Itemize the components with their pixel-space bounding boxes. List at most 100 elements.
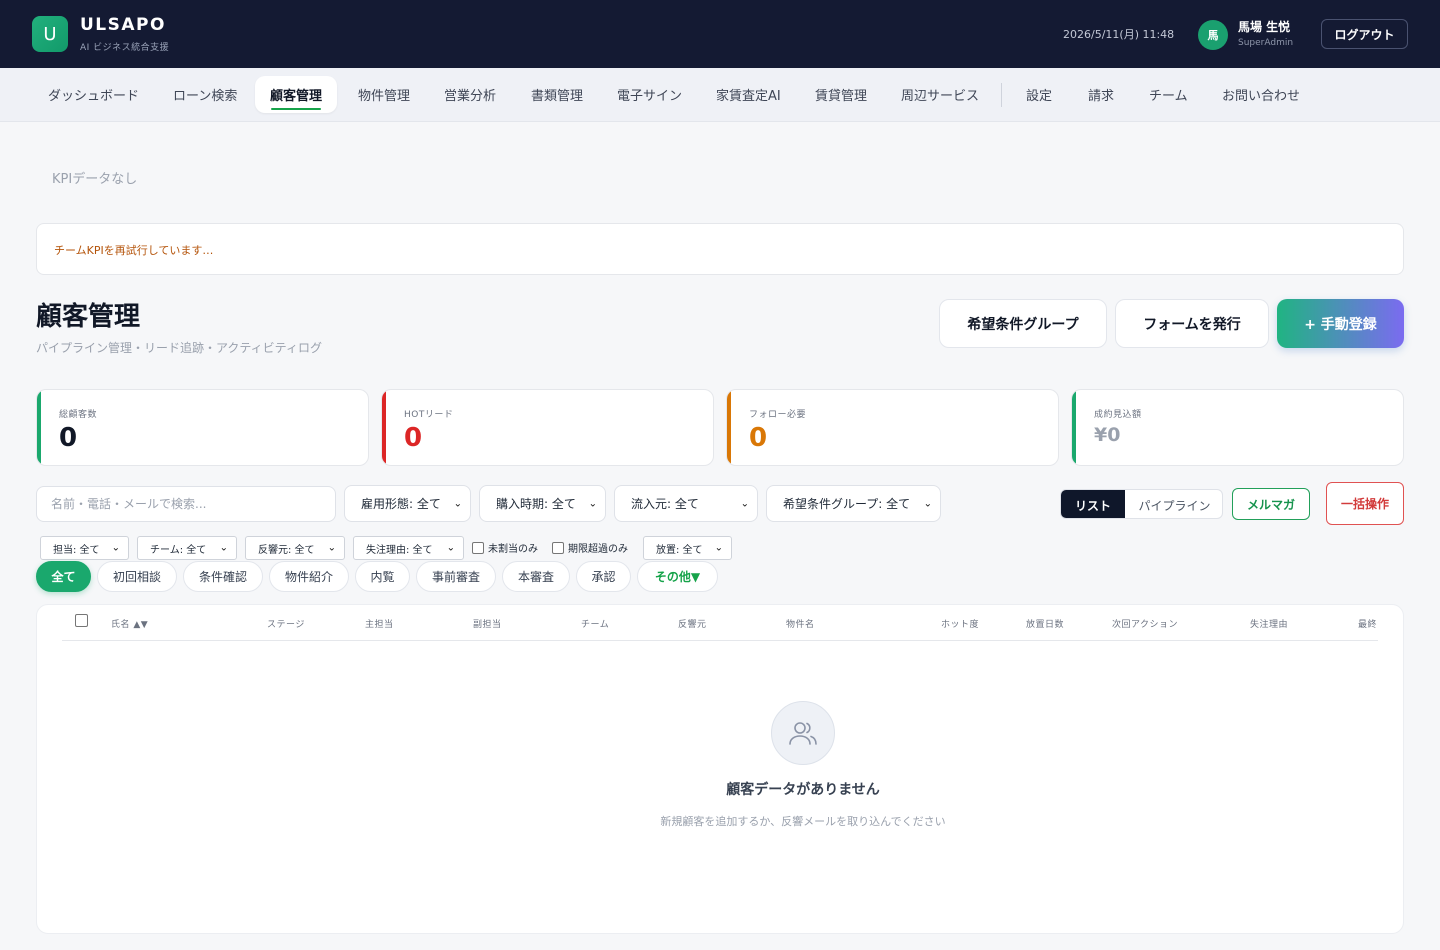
- neglect-select[interactable]: 放置: 全て ⌄: [643, 536, 732, 560]
- checkbox-box[interactable]: [472, 541, 484, 554]
- select-value: 希望条件グループ: 全て: [783, 497, 911, 511]
- stat-hot-leads: HOTリード 0: [381, 389, 714, 466]
- col-response-source[interactable]: 反響元: [678, 617, 707, 630]
- retry-message: チームKPIを再試行しています…: [54, 244, 214, 257]
- retry-banner: チームKPIを再試行しています…: [36, 223, 1404, 275]
- col-team[interactable]: チーム: [581, 617, 609, 630]
- nav-divider: [1001, 83, 1002, 107]
- chevron-down-icon: ⌄: [588, 498, 597, 509]
- nav-customer-management[interactable]: 顧客管理: [255, 76, 337, 113]
- col-main-assignee[interactable]: 主担当: [365, 617, 394, 630]
- stage-chip-viewing[interactable]: 内覧: [355, 561, 410, 592]
- nav-contact[interactable]: お問い合わせ: [1222, 76, 1300, 113]
- nav-loan-search[interactable]: ローン検索: [173, 76, 237, 113]
- unassigned-only-checkbox[interactable]: 未割当のみ: [472, 540, 538, 555]
- brand-tagline: AI ビジネス統合支援: [80, 43, 170, 53]
- bulk-action-button[interactable]: 一括操作: [1326, 482, 1404, 525]
- response-source-select[interactable]: 反響元: 全て ⌄: [245, 536, 345, 560]
- search-input[interactable]: [36, 486, 336, 522]
- overdue-only-checkbox[interactable]: 期限超過のみ: [552, 540, 628, 555]
- stat-value: 0: [749, 423, 768, 453]
- stat-label: 成約見込額: [1094, 410, 1142, 420]
- stage-chip-approval[interactable]: 承認: [576, 561, 631, 592]
- stage-chip-all[interactable]: 全て: [36, 561, 91, 592]
- stat-label: フォロー必要: [749, 410, 807, 420]
- select-all-checkbox[interactable]: [75, 614, 88, 627]
- avatar[interactable]: 馬: [1198, 20, 1228, 50]
- brand-name: ULSAPO: [80, 15, 166, 35]
- col-hotness[interactable]: ホット度: [941, 617, 979, 630]
- col-next-action[interactable]: 次回アクション: [1112, 617, 1178, 630]
- condition-group-button[interactable]: 希望条件グループ: [939, 299, 1107, 348]
- col-last[interactable]: 最終: [1358, 617, 1377, 630]
- checkbox-label: 期限超過のみ: [568, 544, 628, 555]
- stage-chip-review[interactable]: 本審査: [502, 561, 570, 592]
- main-nav: ダッシュボード ローン検索 顧客管理 物件管理 営業分析 書類管理 電子サイン …: [0, 68, 1440, 122]
- newsletter-button[interactable]: メルマガ: [1232, 488, 1310, 520]
- select-value: 放置: 全て: [656, 544, 703, 556]
- col-name[interactable]: 氏名 ▲▼: [111, 617, 148, 630]
- select-value: 失注理由: 全て: [366, 544, 433, 556]
- col-sub-assignee[interactable]: 副担当: [473, 617, 502, 630]
- chevron-down-icon: ⌄: [327, 542, 336, 554]
- nav-documents[interactable]: 書類管理: [531, 76, 583, 113]
- source-select[interactable]: 流入元: 全て ⌄: [614, 485, 758, 522]
- stage-chip-initial[interactable]: 初回相談: [97, 561, 177, 592]
- user-role: SuperAdmin: [1238, 38, 1294, 48]
- chevron-down-icon: ⌄: [111, 542, 120, 554]
- chevron-down-icon: ⌄: [740, 498, 749, 509]
- lost-reason-select[interactable]: 失注理由: 全て ⌄: [353, 536, 464, 560]
- logout-button[interactable]: ログアウト: [1321, 19, 1408, 49]
- nav-e-sign[interactable]: 電子サイン: [617, 76, 682, 113]
- nav-billing[interactable]: 請求: [1088, 76, 1114, 113]
- checkbox-box[interactable]: [552, 541, 564, 554]
- condition-group-select[interactable]: 希望条件グループ: 全て ⌄: [766, 485, 941, 522]
- list-view-button[interactable]: リスト: [1061, 490, 1125, 518]
- nav-rent-ai[interactable]: 家賃査定AI: [716, 76, 781, 113]
- nav-sales-analysis[interactable]: 営業分析: [444, 76, 496, 113]
- stage-chip-property[interactable]: 物件紹介: [269, 561, 349, 592]
- app-logo[interactable]: U: [32, 16, 68, 52]
- assignee-select[interactable]: 担当: 全て ⌄: [40, 536, 129, 560]
- team-select[interactable]: チーム: 全て ⌄: [137, 536, 237, 560]
- view-toggle: リスト パイプライン: [1060, 489, 1223, 519]
- stat-value: ¥0: [1094, 424, 1121, 446]
- pipeline-view-button[interactable]: パイプライン: [1125, 490, 1222, 518]
- empty-title: 顧客データがありません: [726, 782, 880, 798]
- manual-register-button[interactable]: + 手動登録: [1277, 299, 1404, 348]
- select-value: 流入元: 全て: [631, 497, 699, 511]
- chevron-down-icon: ⌄: [923, 498, 932, 509]
- col-stage[interactable]: ステージ: [267, 617, 305, 630]
- chevron-down-icon: ⌄: [446, 542, 455, 554]
- nav-dashboard[interactable]: ダッシュボード: [48, 76, 139, 113]
- stat-label: 総顧客数: [59, 410, 98, 420]
- nav-settings[interactable]: 設定: [1026, 76, 1052, 113]
- users-icon: [771, 701, 835, 765]
- issue-form-button[interactable]: フォームを発行: [1115, 299, 1269, 348]
- page-subtitle: パイプライン管理・リード追跡・アクティビティログ: [36, 341, 322, 355]
- nav-nearby-services[interactable]: 周辺サービス: [901, 76, 979, 113]
- stage-chip-more[interactable]: その他▼: [637, 561, 718, 592]
- kpi-empty-message: KPIデータなし: [52, 172, 138, 187]
- nav-team[interactable]: チーム: [1149, 76, 1188, 113]
- nav-rental-management[interactable]: 賃貸管理: [815, 76, 867, 113]
- nav-property-management[interactable]: 物件管理: [358, 76, 410, 113]
- purchase-timing-select[interactable]: 購入時期: 全て ⌄: [479, 485, 606, 522]
- col-property-name[interactable]: 物件名: [786, 617, 815, 630]
- stage-chip-conditions[interactable]: 条件確認: [183, 561, 263, 592]
- select-value: チーム: 全て: [150, 544, 207, 556]
- stat-accent: [1072, 390, 1076, 465]
- chevron-down-icon: ⌄: [219, 542, 228, 554]
- employment-select[interactable]: 雇用形態: 全て ⌄: [344, 485, 471, 522]
- stat-accent: [382, 390, 386, 465]
- col-lost-reason[interactable]: 失注理由: [1250, 617, 1288, 630]
- stage-chip-pre-review[interactable]: 事前審査: [416, 561, 496, 592]
- user-name: 馬場 生悦: [1238, 20, 1291, 34]
- col-neglect-days[interactable]: 放置日数: [1026, 617, 1064, 630]
- select-value: 購入時期: 全て: [496, 497, 576, 511]
- stat-total-customers: 総顧客数 0: [36, 389, 369, 466]
- stat-expected-amount: 成約見込額 ¥0: [1071, 389, 1404, 466]
- stat-label: HOTリード: [404, 410, 454, 420]
- stat-value: 0: [59, 423, 78, 453]
- chevron-down-icon: ⌄: [714, 542, 723, 554]
